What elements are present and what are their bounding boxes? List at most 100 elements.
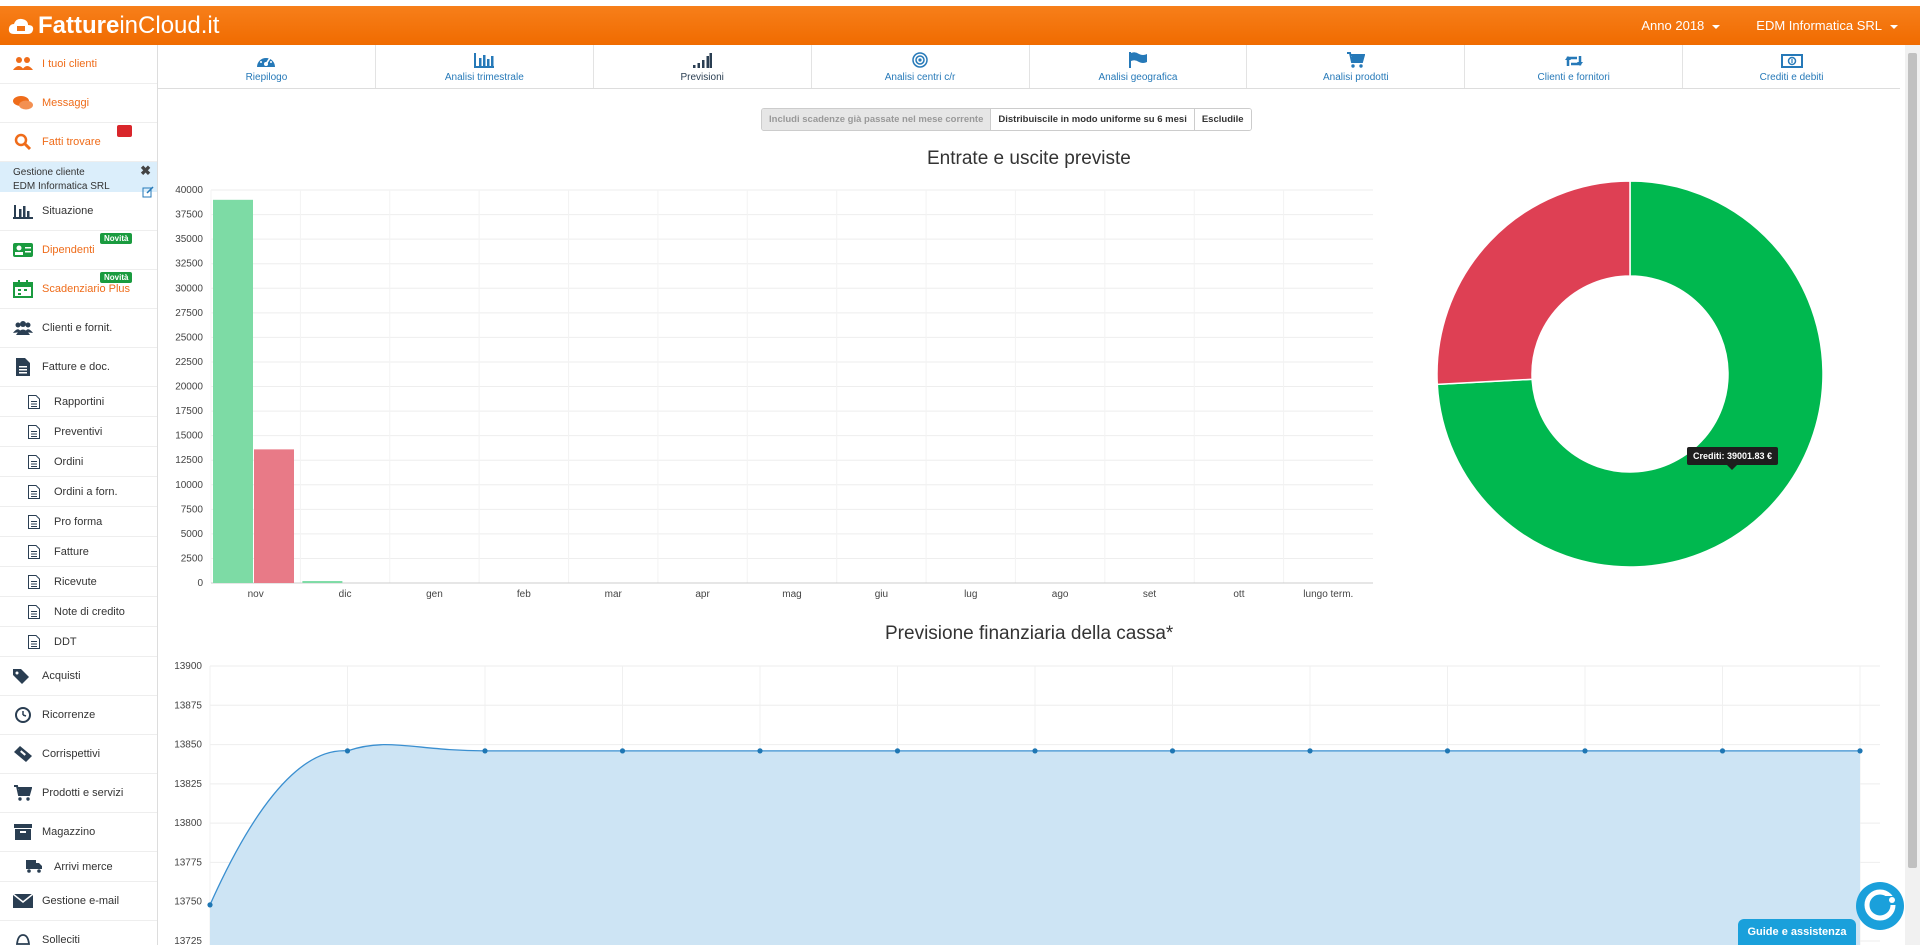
data-point bbox=[482, 748, 488, 754]
app-logo[interactable]: Fatture inCloud.it bbox=[8, 12, 219, 40]
id-card-icon bbox=[12, 243, 34, 257]
toggle-include-past[interactable]: Includi scadenze già passate nel mese co… bbox=[762, 109, 992, 130]
sidebar-item-label: Ordini bbox=[54, 455, 84, 468]
sidebar-item-documents[interactable]: Fatture e doc. bbox=[0, 348, 157, 387]
sidebar-doc-item[interactable]: DDT bbox=[0, 627, 157, 657]
y-tick-label: 13875 bbox=[174, 700, 202, 711]
sidebar-item-label: DDT bbox=[54, 635, 77, 648]
sidebar-item-warehouse[interactable]: Magazzino bbox=[0, 813, 157, 852]
bar bbox=[213, 199, 253, 584]
data-point bbox=[1582, 748, 1588, 754]
document-submenu: Rapportini Preventivi Ordini Ordini a forn.… bbox=[0, 387, 157, 657]
company-menu[interactable]: EDM Informatica SRL bbox=[1756, 18, 1898, 33]
tab-summary[interactable]: Riepilogo bbox=[158, 45, 376, 88]
y-tick-label: 37500 bbox=[175, 210, 203, 221]
sidebar-item-label: Rapportini bbox=[54, 395, 105, 408]
donut-slice bbox=[1436, 180, 1631, 386]
tab-quarterly[interactable]: Analisi trimestrale bbox=[376, 45, 594, 88]
x-tick-label: feb bbox=[517, 589, 531, 600]
tab-label: Analisi trimestrale bbox=[444, 72, 524, 83]
sidebar-doc-item[interactable]: Fatture bbox=[0, 537, 157, 567]
file-icon bbox=[26, 604, 42, 619]
tab-geographic[interactable]: Analisi geografica bbox=[1030, 45, 1248, 88]
sidebar-doc-item[interactable]: Ricevute bbox=[0, 567, 157, 597]
archive-icon bbox=[12, 824, 34, 840]
sidebar-doc-item[interactable]: Ordini a forn. bbox=[0, 477, 157, 507]
y-tick-label: 2500 bbox=[181, 553, 204, 564]
guide-help-button[interactable]: Guide e assistenza bbox=[1738, 919, 1856, 945]
y-tick-label: 20000 bbox=[175, 382, 203, 393]
tab-label: Riepilogo bbox=[245, 72, 288, 83]
chat-icon bbox=[12, 95, 34, 111]
bar bbox=[302, 581, 343, 583]
y-tick-label: 13825 bbox=[174, 779, 202, 790]
sidebar-item-arrivals[interactable]: Arrivi merce bbox=[0, 852, 157, 882]
sidebar-item-label: Scadenziario Plus bbox=[42, 283, 131, 295]
flag-icon bbox=[1128, 52, 1147, 68]
file-icon bbox=[26, 544, 42, 559]
sidebar-item-receipts[interactable]: Corrispettivi bbox=[0, 735, 157, 774]
toggle-exclude[interactable]: Escludile bbox=[1194, 109, 1251, 130]
logo-text-thin: inCloud.it bbox=[119, 12, 220, 39]
close-icon[interactable]: ✖ bbox=[140, 164, 151, 178]
tab-products[interactable]: Analisi prodotti bbox=[1247, 45, 1466, 88]
sidebar-item-contacts[interactable]: Clienti e fornit. bbox=[0, 309, 157, 348]
toggle-distribute[interactable]: Distribuiscile in modo uniforme su 6 mes… bbox=[991, 109, 1195, 130]
scrollbar-thumb[interactable] bbox=[1908, 53, 1917, 868]
sidebar-item-label: Acquisti bbox=[42, 670, 81, 682]
data-point bbox=[894, 748, 901, 754]
tab-forecasts[interactable]: Previsioni bbox=[594, 45, 812, 88]
bar-chart-icon bbox=[12, 203, 34, 219]
sidebar-item-recurring[interactable]: Ricorrenze bbox=[0, 696, 157, 735]
y-tick-label: 30000 bbox=[175, 283, 203, 294]
tab-clients-suppliers[interactable]: Clienti e fornitori bbox=[1465, 45, 1684, 88]
page-scrollbar[interactable] bbox=[1905, 45, 1920, 945]
sidebar-item-products[interactable]: Prodotti e servizi bbox=[0, 774, 157, 813]
calendar-icon bbox=[12, 280, 34, 298]
users-icon bbox=[12, 56, 34, 72]
x-tick-label: dic bbox=[339, 589, 352, 600]
sidebar-item-messages[interactable]: Messaggi bbox=[0, 84, 157, 123]
analysis-tabs: Riepilogo Analisi trimestrale Previsioni… bbox=[158, 45, 1900, 89]
search-icon bbox=[12, 133, 34, 151]
tag-icon bbox=[12, 668, 34, 684]
chat-support-button[interactable] bbox=[1856, 882, 1904, 930]
sidebar-item-situation[interactable]: Situazione bbox=[0, 186, 157, 231]
sidebar-item-label: Gestione e-mail bbox=[42, 895, 120, 907]
dashboard-icon bbox=[257, 56, 276, 67]
sidebar-item-email[interactable]: Gestione e-mail bbox=[0, 882, 157, 921]
tab-cost-centers[interactable]: Analisi centri c/r bbox=[812, 45, 1030, 88]
tab-label: Clienti e fornitori bbox=[1537, 72, 1610, 83]
y-tick-label: 40000 bbox=[175, 185, 203, 196]
tab-credits-debts[interactable]: Crediti e debiti bbox=[1683, 45, 1900, 88]
data-point bbox=[1032, 748, 1038, 754]
sidebar-item-label: Solleciti bbox=[42, 934, 80, 945]
sidebar-item-label: Ricorrenze bbox=[42, 709, 96, 721]
warning-icon bbox=[117, 125, 132, 137]
sidebar-item-label: Arrivi merce bbox=[54, 860, 113, 873]
sidebar-item-label: Fatti trovare bbox=[42, 136, 101, 148]
sidebar-doc-item[interactable]: Ordini bbox=[0, 447, 157, 477]
sidebar-item-search[interactable]: Fatti trovare bbox=[0, 123, 157, 162]
sidebar-doc-item[interactable]: Rapportini bbox=[0, 387, 157, 417]
x-tick-label: mag bbox=[782, 589, 801, 600]
year-menu[interactable]: Anno 2018 bbox=[1641, 18, 1721, 33]
sidebar-item-label: Magazzino bbox=[42, 826, 96, 838]
sidebar-doc-item[interactable]: Pro forma bbox=[0, 507, 157, 537]
y-tick-label: 13750 bbox=[174, 897, 202, 908]
sidebar-doc-item[interactable]: Note di credito bbox=[0, 597, 157, 627]
sidebar-item-purchases[interactable]: Acquisti bbox=[0, 657, 157, 696]
cloud-icon bbox=[8, 18, 34, 34]
sidebar-item-deadlines[interactable]: Scadenziario Plus Novità bbox=[0, 270, 157, 309]
bar-chart-icon bbox=[474, 53, 495, 68]
sidebar-item-label: Messaggi bbox=[42, 97, 90, 109]
data-point bbox=[1307, 748, 1313, 754]
sidebar-doc-item[interactable]: Preventivi bbox=[0, 417, 157, 447]
sidebar-item-employees[interactable]: Dipendenti Novità bbox=[0, 231, 157, 270]
sidebar-item-reminders[interactable]: Solleciti bbox=[0, 921, 157, 945]
sidebar-item-clients[interactable]: I tuoi clienti bbox=[0, 45, 157, 84]
chart-tooltip: Crediti: 39001.83 € bbox=[1687, 447, 1779, 470]
edit-icon[interactable] bbox=[142, 186, 154, 201]
y-tick-label: 22500 bbox=[175, 357, 203, 368]
sidebar-item-label: Corrispettivi bbox=[42, 748, 101, 760]
